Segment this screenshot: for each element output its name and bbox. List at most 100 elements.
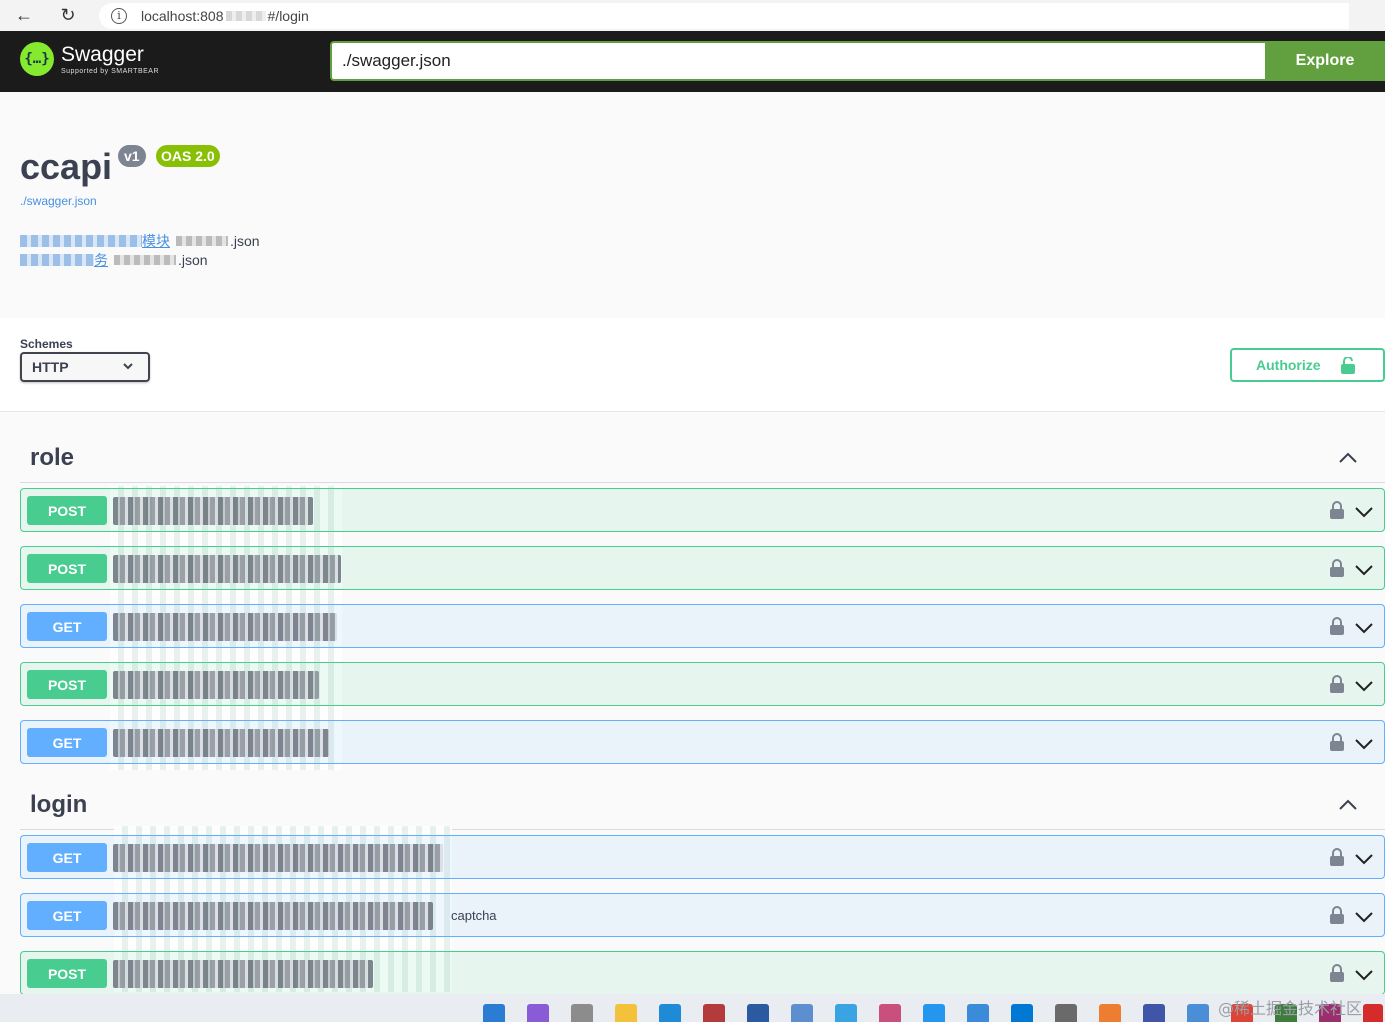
operation-row[interactable]: GET xyxy=(20,720,1385,764)
chevron-down-icon[interactable] xyxy=(1354,675,1374,695)
vscode-icon[interactable] xyxy=(1011,1004,1033,1022)
redacted-path xyxy=(113,497,313,525)
redacted-link-text xyxy=(20,235,142,247)
method-badge: GET xyxy=(27,728,107,757)
tag-login-header[interactable]: login xyxy=(20,780,1385,830)
redacted-path xyxy=(113,555,341,583)
lock-icon[interactable] xyxy=(1330,675,1344,693)
copilot-icon[interactable] xyxy=(527,1004,549,1022)
method-badge: POST xyxy=(27,554,107,583)
chevron-up-icon[interactable] xyxy=(1337,447,1359,469)
spec-link-tail[interactable]: 模块 xyxy=(142,231,170,251)
app-icon[interactable] xyxy=(1099,1004,1121,1022)
schemes-label: Schemes xyxy=(20,337,73,351)
method-badge: POST xyxy=(27,496,107,525)
authorize-button[interactable]: Authorize xyxy=(1230,348,1385,382)
operation-row[interactable]: POST xyxy=(20,951,1385,995)
operation-row[interactable]: GET xyxy=(20,604,1385,648)
docker-icon[interactable] xyxy=(923,1004,945,1022)
swagger-topbar: {…} Swagger Supported by SMARTBEAR Explo… xyxy=(0,31,1385,92)
edge-browser-icon[interactable] xyxy=(659,1004,681,1022)
browser-toolbar: ← ↻ i localhost:808 #/login xyxy=(0,0,1385,31)
lock-icon[interactable] xyxy=(1330,501,1344,519)
tag-role-header[interactable]: role xyxy=(20,433,1385,483)
url-redacted xyxy=(225,10,266,21)
version-badge: v1 xyxy=(118,145,146,167)
spec-link-tail[interactable]: 务 xyxy=(94,250,108,270)
chevron-down-icon[interactable] xyxy=(1354,559,1374,579)
redacted-file-text xyxy=(176,236,228,246)
monitor-icon[interactable] xyxy=(791,1004,813,1022)
authorize-label: Authorize xyxy=(1256,357,1321,373)
redacted-path xyxy=(113,960,373,988)
url-suffix: #/login xyxy=(267,7,309,24)
redacted-path xyxy=(113,729,329,757)
file-explorer-icon[interactable] xyxy=(615,1004,637,1022)
method-badge: POST xyxy=(27,959,107,988)
chevron-down-icon[interactable] xyxy=(1354,906,1374,926)
spec-file-tail: .json xyxy=(230,233,260,249)
back-arrow-icon[interactable]: ← xyxy=(9,4,39,28)
app-icon[interactable] xyxy=(835,1004,857,1022)
redacted-path xyxy=(113,902,433,930)
chevron-down-icon[interactable] xyxy=(1354,501,1374,521)
chevron-down-icon[interactable] xyxy=(1354,964,1374,984)
schemes-bar: Schemes HTTP Authorize xyxy=(0,318,1385,412)
spec-url-input[interactable] xyxy=(330,41,1266,81)
logo-title: Swagger xyxy=(61,42,144,66)
logo-subtitle: Supported by SMARTBEAR xyxy=(61,67,160,75)
lock-icon[interactable] xyxy=(1330,559,1344,577)
chevron-down-icon[interactable] xyxy=(1354,733,1374,753)
explore-button[interactable]: Explore xyxy=(1265,41,1385,81)
chevron-down-icon[interactable] xyxy=(1354,848,1374,868)
app-icon[interactable] xyxy=(1363,1004,1383,1022)
notepad-icon[interactable] xyxy=(1187,1004,1209,1022)
redacted-file-text xyxy=(114,255,176,265)
lock-icon[interactable] xyxy=(1330,964,1344,982)
app-icon[interactable] xyxy=(1143,1004,1165,1022)
method-badge: GET xyxy=(27,901,107,930)
method-badge: POST xyxy=(27,670,107,699)
swagger-logo-icon: {…} xyxy=(20,42,54,76)
api-title: ccapi xyxy=(20,146,113,187)
redacted-path xyxy=(113,844,443,872)
swagger-logo[interactable]: {…} Swagger Supported by SMARTBEAR xyxy=(20,42,159,76)
tag-name: role xyxy=(30,443,75,471)
redacted-link-text xyxy=(20,254,94,266)
lock-icon[interactable] xyxy=(1330,733,1344,751)
operation-row[interactable]: POST xyxy=(20,546,1385,590)
windows-start-icon[interactable] xyxy=(483,1004,505,1022)
scheme-select[interactable]: HTTP xyxy=(20,352,150,382)
app-icon[interactable] xyxy=(1055,1004,1077,1022)
method-badge: GET xyxy=(27,612,107,641)
method-badge: GET xyxy=(27,843,107,872)
lock-icon[interactable] xyxy=(1330,617,1344,635)
spec-list-item[interactable]: 模块 .json xyxy=(20,231,260,251)
spec-list-item[interactable]: 务 .json xyxy=(20,250,208,270)
os-taskbar xyxy=(0,994,1385,1022)
lock-open-icon xyxy=(1340,356,1355,374)
operation-row[interactable]: POST xyxy=(20,662,1385,706)
terminal-icon[interactable] xyxy=(747,1004,769,1022)
lock-icon[interactable] xyxy=(1330,848,1344,866)
site-info-icon[interactable]: i xyxy=(111,7,127,24)
chevron-down-icon[interactable] xyxy=(1354,617,1374,637)
lock-icon[interactable] xyxy=(1330,906,1344,924)
reload-icon[interactable]: ↻ xyxy=(53,4,83,28)
app-icon[interactable] xyxy=(703,1004,725,1022)
app-icon[interactable] xyxy=(967,1004,989,1022)
spec-link[interactable]: ./swagger.json xyxy=(20,194,97,208)
address-bar[interactable]: i localhost:808 #/login xyxy=(99,2,1349,29)
chevron-up-icon[interactable] xyxy=(1337,794,1359,816)
operation-summary: captcha xyxy=(451,908,497,923)
api-info: ccapi v1 OAS 2.0 ./swagger.json 模块 .json… xyxy=(0,92,1385,318)
spec-file-tail: .json xyxy=(178,252,208,268)
operation-row[interactable]: POST xyxy=(20,488,1385,532)
tag-name: login xyxy=(30,790,88,818)
scheme-selected: HTTP xyxy=(32,359,69,375)
task-view-icon[interactable] xyxy=(571,1004,593,1022)
app-icon[interactable] xyxy=(879,1004,901,1022)
chevron-down-icon xyxy=(122,360,134,375)
operation-row[interactable]: GET captcha xyxy=(20,893,1385,937)
operation-row[interactable]: GET xyxy=(20,835,1385,879)
